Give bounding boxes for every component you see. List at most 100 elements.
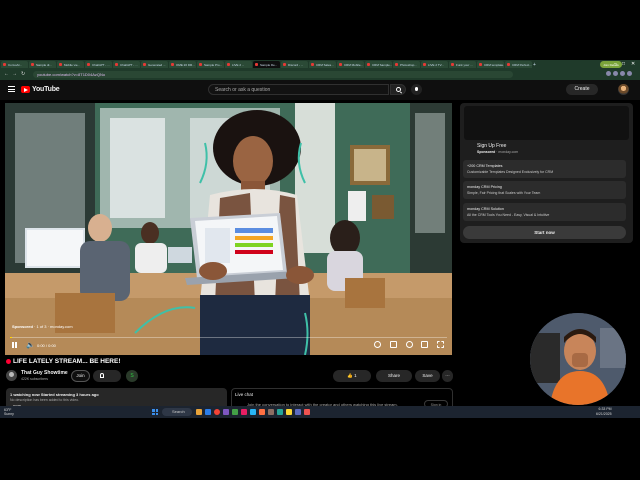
ad-sitelink[interactable]: monday CRM Solution All the CRM Tools You…	[463, 203, 626, 221]
tab-favicon-icon	[339, 63, 342, 66]
tab-favicon-icon	[283, 63, 286, 66]
system-clock[interactable]: 6:33 PM 6/21/2025	[596, 407, 612, 416]
tab-favicon-icon	[59, 63, 62, 66]
forward-icon[interactable]: →	[12, 71, 17, 77]
browser-tab[interactable]: CRM Mobile...	[337, 61, 364, 68]
ad-title[interactable]: Sign Up Free	[477, 143, 506, 149]
browser-tab[interactable]: LIVE 2 ...	[225, 61, 252, 68]
app-icon[interactable]	[259, 409, 265, 415]
share-button[interactable]: Share	[376, 370, 412, 382]
webcam-overlay	[530, 313, 626, 405]
tab-favicon-icon	[87, 63, 90, 66]
chrome-icon[interactable]	[214, 409, 220, 415]
browser-profile-chip[interactable]: Join Details	[600, 61, 622, 68]
account-avatar[interactable]	[618, 84, 629, 95]
close-window-icon[interactable]: ✕	[631, 61, 635, 67]
theater-mode-icon[interactable]	[421, 341, 428, 348]
create-button[interactable]: Create	[566, 84, 598, 95]
notification-bell-button[interactable]	[93, 370, 121, 382]
maximize-icon[interactable]: □	[622, 61, 626, 67]
tab-favicon-icon	[199, 63, 202, 66]
new-tab-icon[interactable]: +	[533, 61, 539, 68]
channel-avatar[interactable]	[6, 370, 17, 381]
url-field[interactable]: youtube.com/watch?v=8T1D04AzQNo	[33, 71, 513, 78]
app-icon[interactable]	[250, 409, 256, 415]
reload-icon[interactable]: ↻	[21, 71, 25, 77]
back-icon[interactable]: ←	[4, 71, 9, 77]
browser-tab[interactable]: ConvoAI...	[1, 61, 28, 68]
browser-tab[interactable]: Sample di...	[29, 61, 56, 68]
tab-title: Sample Pro...	[204, 62, 223, 67]
tab-favicon-icon	[255, 63, 258, 66]
pause-icon[interactable]	[12, 342, 17, 348]
browser-tab[interactable]: CRM Sales...	[309, 61, 336, 68]
autoplay-icon[interactable]	[374, 341, 381, 348]
ad-sitelink[interactable]: monday CRM Pricing Simple, Fair Pricing t…	[463, 181, 626, 199]
browser-tab[interactable]: CRM template...	[477, 61, 504, 68]
browser-tab[interactable]: Funk your ...	[449, 61, 476, 68]
tab-title: Sample di...	[36, 62, 52, 67]
discord-icon[interactable]	[223, 409, 229, 415]
join-button[interactable]: Join	[71, 370, 90, 382]
browser-tab[interactable]: CRM Sample...	[365, 61, 392, 68]
youtube-logo[interactable]: YouTube	[21, 86, 60, 93]
fullscreen-icon[interactable]	[437, 341, 444, 348]
tab-title: Funk your ...	[456, 62, 473, 67]
browser-tab[interactable]: Sample De...	[253, 61, 280, 68]
minimize-icon[interactable]: –	[614, 61, 618, 67]
spotify-icon[interactable]	[232, 409, 238, 415]
browser-tab[interactable]: Sample Pro...	[197, 61, 224, 68]
search-input[interactable]: Search or ask a question	[208, 84, 389, 95]
ad-sitelink[interactable]: +200 CRM Templates Customizable Templates…	[463, 160, 626, 178]
extension-icons[interactable]	[606, 71, 632, 76]
app-icon[interactable]	[286, 409, 292, 415]
like-button[interactable]: 👍 1	[333, 370, 371, 382]
taskbar-search[interactable]: Search	[162, 408, 192, 416]
description-text: No description has been added to this vi…	[10, 398, 80, 402]
app-icon[interactable]	[304, 409, 310, 415]
tab-favicon-icon	[311, 63, 314, 66]
browser-tab[interactable]: ChatGPT - ...	[85, 61, 112, 68]
app-icon[interactable]	[241, 409, 247, 415]
ad-banner-image[interactable]	[464, 106, 629, 140]
subtitles-icon[interactable]	[390, 341, 397, 348]
edge-icon[interactable]	[205, 409, 211, 415]
tab-favicon-icon	[367, 63, 370, 66]
video-player[interactable]: Sponsored · 1 of 3 · monday.com 🔈 0:00 /…	[5, 103, 452, 355]
app-icon[interactable]	[277, 409, 283, 415]
more-actions-button[interactable]: ···	[442, 370, 453, 382]
app-icon[interactable]	[295, 409, 301, 415]
tab-title: Mobile vie...	[64, 62, 81, 67]
hamburger-menu-icon[interactable]	[8, 86, 15, 92]
start-now-button[interactable]: Start now	[463, 226, 626, 239]
volume-icon[interactable]: 🔈	[26, 342, 35, 349]
browser-tab[interactable]: Generated ...	[141, 61, 168, 68]
ad-sponsored-line: Sponsored · monday.com	[477, 150, 519, 154]
browser-tab[interactable]: Mobile vie...	[57, 61, 84, 68]
browser-tab[interactable]: LIVE 2 TV...	[421, 61, 448, 68]
progress-bar[interactable]	[10, 337, 447, 338]
time-display: 0:00 / 0:00	[37, 343, 56, 348]
windows-start-icon[interactable]	[152, 409, 158, 415]
microphone-icon[interactable]	[411, 84, 422, 95]
subscriber-count: 422K subscribers	[21, 377, 49, 381]
tab-favicon-icon	[451, 63, 454, 66]
browser-tab[interactable]: Photoshop...	[393, 61, 420, 68]
channel-name[interactable]: That Guy Showtime	[21, 370, 68, 376]
file-explorer-icon[interactable]	[196, 409, 202, 415]
save-button[interactable]: Save	[415, 370, 440, 382]
youtube-play-icon	[21, 86, 30, 93]
app-icon[interactable]	[268, 409, 274, 415]
live-indicator-icon	[6, 358, 11, 364]
tab-title: ChatGPT - ...	[92, 62, 110, 67]
settings-gear-icon[interactable]	[406, 341, 413, 348]
browser-tab[interactable]: CRM Perfect...	[505, 61, 532, 68]
tab-title: LIVE 2 TV...	[428, 62, 444, 67]
browser-tab[interactable]: Discord - ...	[281, 61, 308, 68]
browser-tab[interactable]: OME 20 DR...	[169, 61, 196, 68]
weather-widget[interactable]: 63°F Sunny	[4, 408, 14, 416]
tab-title: CRM template...	[484, 62, 504, 67]
search-icon[interactable]	[390, 84, 406, 95]
browser-tab[interactable]: ChatGPT - ...	[113, 61, 140, 68]
membership-badge[interactable]: S	[126, 370, 138, 382]
